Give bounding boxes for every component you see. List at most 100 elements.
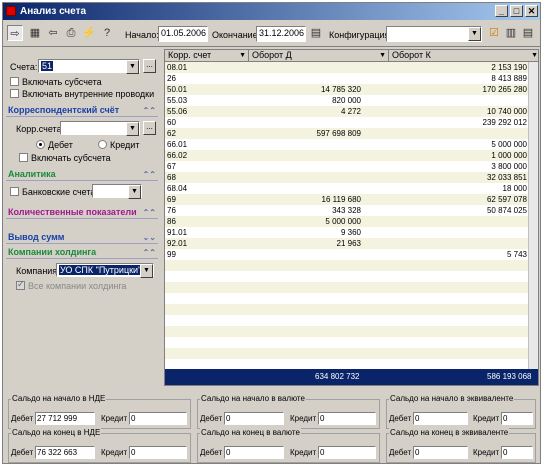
close-button[interactable]: ✕ — [525, 5, 538, 17]
chevron-down-icon[interactable]: ▼ — [126, 60, 139, 74]
corr-include-sub-checkbox[interactable]: Включать субсчета — [19, 153, 111, 163]
config-select[interactable]: ▼ — [386, 26, 482, 42]
credit-field[interactable]: 0 — [318, 446, 376, 459]
columns-icon[interactable]: ▤ — [520, 25, 536, 41]
debit-radio[interactable]: Дебет — [36, 140, 73, 150]
execute-icon[interactable]: ⇨ — [7, 25, 23, 41]
chevron-down-icon[interactable]: ▼ — [140, 264, 153, 278]
debit-field[interactable]: 0 — [413, 412, 468, 425]
checkbox-icon[interactable] — [10, 77, 19, 86]
radio-icon[interactable] — [98, 140, 107, 149]
sort-down-icon[interactable]: ▼ — [531, 50, 538, 61]
debit-field[interactable]: 76 322 663 — [35, 446, 95, 459]
maximize-button[interactable]: □ — [510, 5, 523, 17]
layout-icon[interactable]: ▥ — [503, 25, 519, 41]
back-icon[interactable]: ⇦ — [45, 25, 61, 41]
column-header-debit[interactable]: Оборот Д ▼ — [249, 50, 389, 62]
collapse-icon[interactable]: ⌃⌃ — [143, 206, 156, 219]
start-date-input[interactable]: 01.05.2006 — [158, 26, 208, 42]
grid-icon[interactable]: ▦ — [27, 25, 43, 41]
table-row[interactable] — [165, 348, 538, 359]
table-row[interactable]: 92.01 21 963 — [165, 238, 538, 249]
table-row[interactable]: 50.01 14 785 320 170 265 280 — [165, 84, 538, 95]
corr-browse-button[interactable]: ... — [143, 121, 156, 135]
chevron-down-icon[interactable]: ▼ — [128, 185, 141, 199]
checkbox-icon[interactable] — [10, 89, 19, 98]
column-header-account[interactable]: Корр. счет ▼ — [165, 50, 249, 62]
collapse-icon[interactable]: ⌃⌃ — [143, 168, 156, 181]
chevron-down-icon[interactable]: ▼ — [468, 27, 481, 41]
include-subaccounts-checkbox[interactable]: Включать субсчета — [10, 77, 102, 87]
account-browse-button[interactable]: ... — [143, 59, 156, 73]
column-header-credit[interactable]: Оборот К ▼ — [389, 50, 538, 62]
cell-credit — [390, 216, 527, 227]
chevron-down-icon[interactable]: ▼ — [126, 122, 139, 136]
table-row[interactable]: 91.01 9 360 — [165, 227, 538, 238]
output-section-header[interactable]: Вывод сумм ⌄⌄ — [6, 231, 158, 244]
credit-radio[interactable]: Кредит — [98, 140, 139, 150]
table-row[interactable]: 60 239 292 012 — [165, 117, 538, 128]
table-row[interactable]: 66.01 5 000 000 — [165, 139, 538, 150]
vertical-scrollbar[interactable] — [528, 62, 538, 369]
collapse-icon[interactable]: ⌃⌃ — [143, 246, 156, 259]
table-row[interactable]: 55.03 820 000 — [165, 95, 538, 106]
credit-field[interactable]: 0 — [318, 412, 376, 425]
sort-down-icon[interactable]: ▼ — [239, 50, 246, 61]
table-row[interactable]: 68.04 18 000 — [165, 183, 538, 194]
account-select[interactable]: 51 ▼ — [38, 59, 140, 74]
table-row[interactable]: 86 5 000 000 — [165, 216, 538, 227]
debit-field[interactable]: 0 — [224, 412, 284, 425]
all-companies-checkbox[interactable]: Все компании холдинга — [16, 279, 126, 291]
table-row[interactable]: 08.01 2 153 190 — [165, 62, 538, 73]
analytics-section-header[interactable]: Аналитика ⌃⌃ — [6, 168, 158, 181]
credit-field[interactable]: 0 — [129, 446, 187, 459]
table-row[interactable]: 69 16 119 680 62 597 078 — [165, 194, 538, 205]
table-row[interactable] — [165, 293, 538, 304]
table-row[interactable] — [165, 326, 538, 337]
collapse-icon[interactable]: ⌃⌃ — [143, 104, 156, 117]
radio-icon[interactable] — [36, 140, 45, 149]
table-row[interactable]: 67 3 800 000 — [165, 161, 538, 172]
cell-credit: 18 000 — [502, 184, 527, 193]
table-row[interactable] — [165, 337, 538, 348]
sort-down-icon[interactable]: ▼ — [379, 50, 386, 61]
checkbox-icon[interactable] — [19, 153, 28, 162]
expand-icon[interactable]: ⌄⌄ — [143, 231, 156, 244]
table-row[interactable]: 76 343 328 50 874 025 — [165, 205, 538, 216]
table-row[interactable] — [165, 315, 538, 326]
debit-field[interactable]: 0 — [224, 446, 284, 459]
checkbox-icon[interactable] — [10, 187, 19, 196]
credit-field[interactable]: 0 — [129, 412, 187, 425]
bank-accounts-checkbox[interactable]: Банковские счета: — [10, 187, 98, 197]
table-row[interactable] — [165, 260, 538, 271]
debit-field[interactable]: 0 — [413, 446, 468, 459]
table-row[interactable] — [165, 271, 538, 282]
corr-account-select[interactable]: ▼ — [60, 121, 140, 136]
table-row[interactable]: 26 8 413 889 — [165, 73, 538, 84]
table-row[interactable]: 66.02 1 000 000 — [165, 150, 538, 161]
end-date-input[interactable]: 31.12.2006 — [256, 26, 306, 42]
table-row[interactable]: 55.06 4 272 10 740 000 — [165, 106, 538, 117]
checkbox-icon[interactable] — [16, 279, 25, 290]
debit-field[interactable]: 27 712 999 — [35, 412, 95, 425]
table-row[interactable]: 62 597 698 809 — [165, 128, 538, 139]
cell-credit: 3 800 000 — [491, 162, 527, 171]
company-select[interactable]: УО СПК "Путрицки" ▼ — [56, 263, 154, 278]
table-row[interactable] — [165, 282, 538, 293]
table-row[interactable]: 68 32 033 851 — [165, 172, 538, 183]
table-row[interactable] — [165, 304, 538, 315]
calendar-icon[interactable]: ▤ — [308, 25, 324, 41]
qty-section-header[interactable]: Количественные показатели ⌃⌃ — [6, 206, 158, 219]
bank-accounts-select[interactable]: ▼ — [92, 184, 142, 199]
credit-field[interactable]: 0 — [501, 446, 533, 459]
credit-field[interactable]: 0 — [501, 412, 533, 425]
checkbox-icon[interactable]: ☑ — [486, 25, 502, 41]
help-icon[interactable]: ? — [99, 25, 115, 41]
table-row[interactable]: 99 5 743 — [165, 249, 538, 260]
include-internal-checkbox[interactable]: Включать внутренние проводки — [10, 89, 154, 99]
holding-section-header[interactable]: Компании холдинга ⌃⌃ — [6, 246, 158, 259]
minimize-button[interactable]: _ — [495, 5, 508, 17]
print-icon[interactable]: ⎙ — [63, 25, 79, 41]
lightning-icon[interactable]: ⚡ — [81, 25, 97, 41]
corr-section-header[interactable]: Корреспондентский счёт ⌃⌃ — [6, 104, 158, 117]
